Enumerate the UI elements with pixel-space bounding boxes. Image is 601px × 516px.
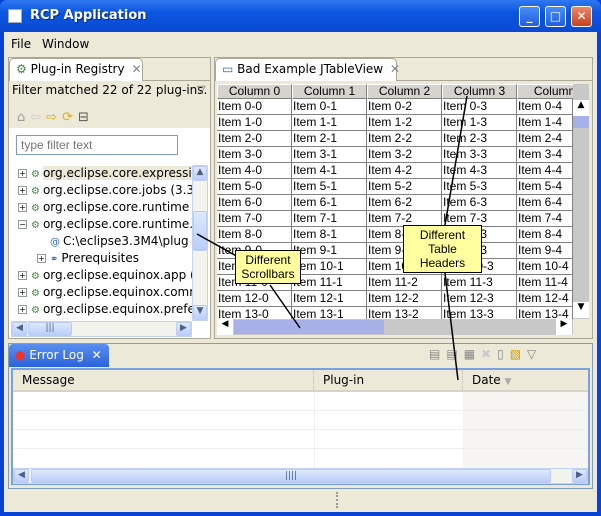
callout-line: Different (419, 228, 466, 242)
pointer-line (196, 233, 241, 259)
callout-line: Different (245, 253, 291, 267)
callout-line: Scrollbars (241, 267, 295, 281)
pointer-line (444, 95, 468, 226)
pointer-line (269, 284, 301, 329)
callout-scrollbars: Different Scrollbars (235, 250, 301, 284)
callout-table-headers: Different Table Headers (403, 225, 482, 273)
pointer-line (443, 264, 459, 381)
callout-line: Table Headers (419, 242, 466, 270)
